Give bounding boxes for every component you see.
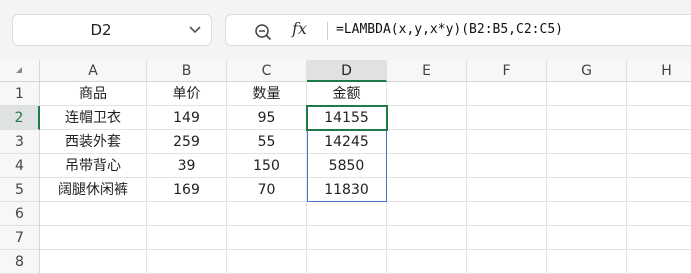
formula-divider bbox=[327, 22, 328, 40]
formula-toolbar: D2 fx =LAMBDA(x,y,x*y)(B2:B5,C2:C5) bbox=[0, 8, 691, 60]
row-header-7[interactable]: 7 bbox=[0, 226, 40, 250]
row-header-2[interactable]: 2 bbox=[0, 106, 40, 130]
cell-h4[interactable] bbox=[627, 154, 691, 178]
zoom-search-icon[interactable] bbox=[254, 23, 272, 41]
cell-b4[interactable]: 39 bbox=[147, 154, 227, 178]
cell-g2[interactable] bbox=[547, 106, 627, 130]
cell-h5[interactable] bbox=[627, 178, 691, 202]
window-top-strip bbox=[0, 0, 691, 8]
cell-g4[interactable] bbox=[547, 154, 627, 178]
cell-h8[interactable] bbox=[627, 250, 691, 274]
column-header-g[interactable]: G bbox=[547, 60, 627, 82]
cell-e1[interactable] bbox=[387, 82, 467, 106]
cell-a4[interactable]: 吊带背心 bbox=[40, 154, 147, 178]
row-header-4[interactable]: 4 bbox=[0, 154, 40, 178]
row-header-8[interactable]: 8 bbox=[0, 250, 40, 274]
cell-d8[interactable] bbox=[307, 250, 387, 274]
cell-h7[interactable] bbox=[627, 226, 691, 250]
cell-a8[interactable] bbox=[40, 250, 147, 274]
cell-e5[interactable] bbox=[387, 178, 467, 202]
cell-h6[interactable] bbox=[627, 202, 691, 226]
cell-b1[interactable]: 单价 bbox=[147, 82, 227, 106]
cell-d5[interactable]: 11830 bbox=[307, 178, 387, 202]
column-header-a[interactable]: A bbox=[40, 60, 147, 82]
cell-a3[interactable]: 西装外套 bbox=[40, 130, 147, 154]
cell-g5[interactable] bbox=[547, 178, 627, 202]
cell-a6[interactable] bbox=[40, 202, 147, 226]
cell-d4[interactable]: 5850 bbox=[307, 154, 387, 178]
cell-d6[interactable] bbox=[307, 202, 387, 226]
cell-c5[interactable]: 70 bbox=[227, 178, 307, 202]
cell-f3[interactable] bbox=[467, 130, 547, 154]
cell-f6[interactable] bbox=[467, 202, 547, 226]
cell-c6[interactable] bbox=[227, 202, 307, 226]
cell-a1[interactable]: 商品 bbox=[40, 82, 147, 106]
chevron-down-icon[interactable] bbox=[189, 26, 201, 34]
cell-b3[interactable]: 259 bbox=[147, 130, 227, 154]
cell-b8[interactable] bbox=[147, 250, 227, 274]
cell-h1[interactable] bbox=[627, 82, 691, 106]
cell-c7[interactable] bbox=[227, 226, 307, 250]
cell-f8[interactable] bbox=[467, 250, 547, 274]
cell-b6[interactable] bbox=[147, 202, 227, 226]
cell-f7[interactable] bbox=[467, 226, 547, 250]
cell-f4[interactable] bbox=[467, 154, 547, 178]
column-header-e[interactable]: E bbox=[387, 60, 467, 82]
cell-e3[interactable] bbox=[387, 130, 467, 154]
row-header-6[interactable]: 6 bbox=[0, 202, 40, 226]
cell-b7[interactable] bbox=[147, 226, 227, 250]
cell-g6[interactable] bbox=[547, 202, 627, 226]
row-header-1[interactable]: 1 bbox=[0, 82, 40, 106]
select-all-corner[interactable] bbox=[0, 60, 40, 82]
cell-g3[interactable] bbox=[547, 130, 627, 154]
cell-g8[interactable] bbox=[547, 250, 627, 274]
cell-c3[interactable]: 55 bbox=[227, 130, 307, 154]
cell-d2[interactable]: 14155 bbox=[307, 106, 387, 130]
cell-a5[interactable]: 阔腿休闲裤 bbox=[40, 178, 147, 202]
cell-b5[interactable]: 169 bbox=[147, 178, 227, 202]
cell-g1[interactable] bbox=[547, 82, 627, 106]
cell-e6[interactable] bbox=[387, 202, 467, 226]
column-header-f[interactable]: F bbox=[467, 60, 547, 82]
fx-icon[interactable]: fx bbox=[292, 19, 307, 38]
cell-e4[interactable] bbox=[387, 154, 467, 178]
column-header-h[interactable]: H bbox=[627, 60, 691, 82]
column-header-b[interactable]: B bbox=[147, 60, 227, 82]
cell-h2[interactable] bbox=[627, 106, 691, 130]
column-header-c[interactable]: C bbox=[227, 60, 307, 82]
cell-d1[interactable]: 金额 bbox=[307, 82, 387, 106]
formula-bar[interactable]: fx =LAMBDA(x,y,x*y)(B2:B5,C2:C5) bbox=[225, 14, 691, 46]
cell-a2[interactable]: 连帽卫衣 bbox=[40, 106, 147, 130]
cell-f2[interactable] bbox=[467, 106, 547, 130]
cell-h3[interactable] bbox=[627, 130, 691, 154]
cell-e2[interactable] bbox=[387, 106, 467, 130]
cell-d3[interactable]: 14245 bbox=[307, 130, 387, 154]
cell-e7[interactable] bbox=[387, 226, 467, 250]
cell-f1[interactable] bbox=[467, 82, 547, 106]
row-header-3[interactable]: 3 bbox=[0, 130, 40, 154]
cell-a7[interactable] bbox=[40, 226, 147, 250]
select-all-triangle-icon bbox=[16, 67, 22, 73]
formula-text[interactable]: =LAMBDA(x,y,x*y)(B2:B5,C2:C5) bbox=[336, 15, 563, 45]
row-header-5[interactable]: 5 bbox=[0, 178, 40, 202]
cell-g7[interactable] bbox=[547, 226, 627, 250]
cell-c8[interactable] bbox=[227, 250, 307, 274]
name-box[interactable]: D2 bbox=[12, 14, 212, 46]
name-box-value: D2 bbox=[90, 21, 112, 39]
cell-e8[interactable] bbox=[387, 250, 467, 274]
cell-c2[interactable]: 95 bbox=[227, 106, 307, 130]
cell-d7[interactable] bbox=[307, 226, 387, 250]
cell-c4[interactable]: 150 bbox=[227, 154, 307, 178]
column-header-d[interactable]: D bbox=[307, 60, 387, 82]
cell-c1[interactable]: 数量 bbox=[227, 82, 307, 106]
cell-f5[interactable] bbox=[467, 178, 547, 202]
cell-b2[interactable]: 149 bbox=[147, 106, 227, 130]
spreadsheet-grid[interactable]: ABCDEFGH 12345678 商品 单价 数量 金额连帽卫衣 149 95 14155… bbox=[0, 60, 691, 274]
